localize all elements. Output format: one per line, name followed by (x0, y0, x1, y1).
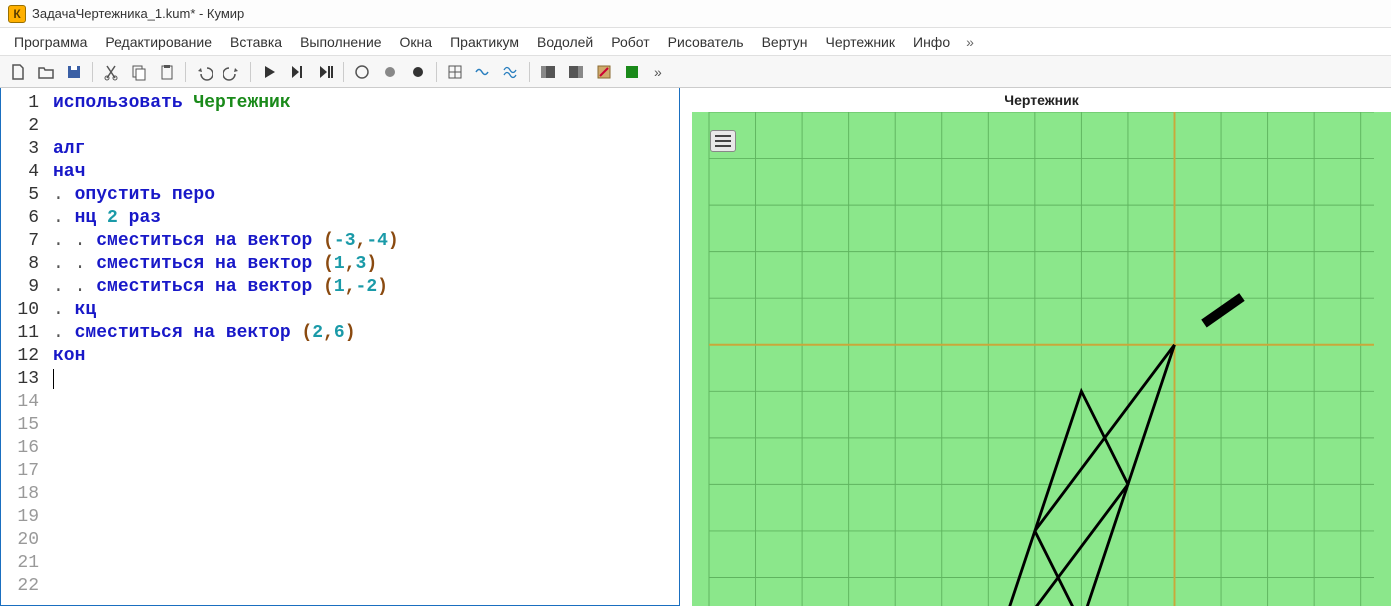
code-line[interactable]: . нц 2 раз (53, 207, 673, 230)
line-number: 15 (5, 414, 39, 437)
drawing-canvas[interactable] (692, 112, 1391, 606)
pause-icon[interactable] (378, 60, 402, 84)
stop-icon[interactable] (350, 60, 374, 84)
code-line[interactable]: . сместиться на вектор (2,6) (53, 322, 673, 345)
menu-item-редактирование[interactable]: Редактирование (97, 32, 220, 52)
toolbar-separator (436, 62, 437, 82)
code-line[interactable]: использовать Чертежник (53, 92, 673, 115)
line-number: 10 (5, 299, 39, 322)
cut-icon[interactable] (99, 60, 123, 84)
grid-svg (692, 112, 1391, 606)
line-number: 18 (5, 483, 39, 506)
line-number: 5 (5, 184, 39, 207)
green-icon[interactable] (620, 60, 644, 84)
menu-item-инфо[interactable]: Инфо (905, 32, 958, 52)
line-number: 3 (5, 138, 39, 161)
line-number: 20 (5, 529, 39, 552)
line-number: 12 (5, 345, 39, 368)
menu-item-вставка[interactable]: Вставка (222, 32, 290, 52)
record-icon[interactable] (406, 60, 430, 84)
copy-icon[interactable] (127, 60, 151, 84)
menu-item-робот[interactable]: Робот (603, 32, 657, 52)
menu-bar: ПрограммаРедактированиеВставкаВыполнение… (0, 28, 1391, 56)
line-number: 7 (5, 230, 39, 253)
menu-item-практикум[interactable]: Практикум (442, 32, 527, 52)
line-number: 8 (5, 253, 39, 276)
drawing-title: Чертежник (692, 88, 1391, 112)
code-line[interactable]: . опустить перо (53, 184, 673, 207)
toolbar-separator (343, 62, 344, 82)
toolbar-separator (250, 62, 251, 82)
window-title: ЗадачаЧертежника_1.kum* - Кумир (32, 6, 244, 21)
line-number: 21 (5, 552, 39, 575)
code-line[interactable]: . . сместиться на вектор (1,-2) (53, 276, 673, 299)
line-number: 9 (5, 276, 39, 299)
toolbar-overflow[interactable]: » (648, 62, 668, 82)
menu-overflow[interactable]: » (960, 32, 980, 52)
wave2-icon[interactable] (499, 60, 523, 84)
redo-icon[interactable] (220, 60, 244, 84)
menu-item-вертун[interactable]: Вертун (754, 32, 816, 52)
canvas-menu-button[interactable] (710, 130, 736, 152)
menu-item-программа[interactable]: Программа (6, 32, 95, 52)
code-line[interactable]: . . сместиться на вектор (1,3) (53, 253, 673, 276)
line-number: 11 (5, 322, 39, 345)
title-bar: К ЗадачаЧертежника_1.kum* - Кумир (0, 0, 1391, 28)
line-number: 17 (5, 460, 39, 483)
drawing-pane: Чертежник (692, 88, 1391, 606)
code-line[interactable]: кон (53, 345, 673, 368)
line-number: 6 (5, 207, 39, 230)
panel2-icon[interactable] (564, 60, 588, 84)
code-line[interactable]: алг (53, 138, 673, 161)
code-body[interactable]: использовать Чертежник алгнач. опустить п… (47, 88, 679, 605)
line-number: 13 (5, 368, 39, 391)
main-area: 12345678910111213141516171819202122 испо… (0, 88, 1391, 606)
paint-icon[interactable] (592, 60, 616, 84)
new-file-icon[interactable] (6, 60, 30, 84)
wave-icon[interactable] (471, 60, 495, 84)
step-over-icon[interactable] (313, 60, 337, 84)
menu-item-водолей[interactable]: Водолей (529, 32, 601, 52)
run-icon[interactable] (257, 60, 281, 84)
line-number: 4 (5, 161, 39, 184)
code-line[interactable]: . . сместиться на вектор (-3,-4) (53, 230, 673, 253)
menu-item-выполнение[interactable]: Выполнение (292, 32, 389, 52)
line-number: 19 (5, 506, 39, 529)
pen-marker (1204, 297, 1242, 324)
grid1-icon[interactable] (443, 60, 467, 84)
code-line[interactable]: нач (53, 161, 673, 184)
code-line[interactable]: . кц (53, 299, 673, 322)
line-gutter: 12345678910111213141516171819202122 (1, 88, 47, 605)
paste-icon[interactable] (155, 60, 179, 84)
step-icon[interactable] (285, 60, 309, 84)
code-editor[interactable]: 12345678910111213141516171819202122 испо… (0, 88, 680, 606)
app-icon: К (8, 5, 26, 23)
line-number: 2 (5, 115, 39, 138)
open-file-icon[interactable] (34, 60, 58, 84)
line-number: 16 (5, 437, 39, 460)
panel1-icon[interactable] (536, 60, 560, 84)
toolbar-separator (185, 62, 186, 82)
code-line[interactable] (53, 115, 673, 138)
line-number: 22 (5, 575, 39, 598)
menu-item-чертежник[interactable]: Чертежник (817, 32, 903, 52)
menu-item-рисователь[interactable]: Рисователь (660, 32, 752, 52)
menu-item-окна[interactable]: Окна (392, 32, 441, 52)
code-line[interactable] (53, 368, 673, 391)
toolbar: » (0, 56, 1391, 88)
line-number: 1 (5, 92, 39, 115)
undo-icon[interactable] (192, 60, 216, 84)
line-number: 14 (5, 391, 39, 414)
save-file-icon[interactable] (62, 60, 86, 84)
toolbar-separator (529, 62, 530, 82)
toolbar-separator (92, 62, 93, 82)
